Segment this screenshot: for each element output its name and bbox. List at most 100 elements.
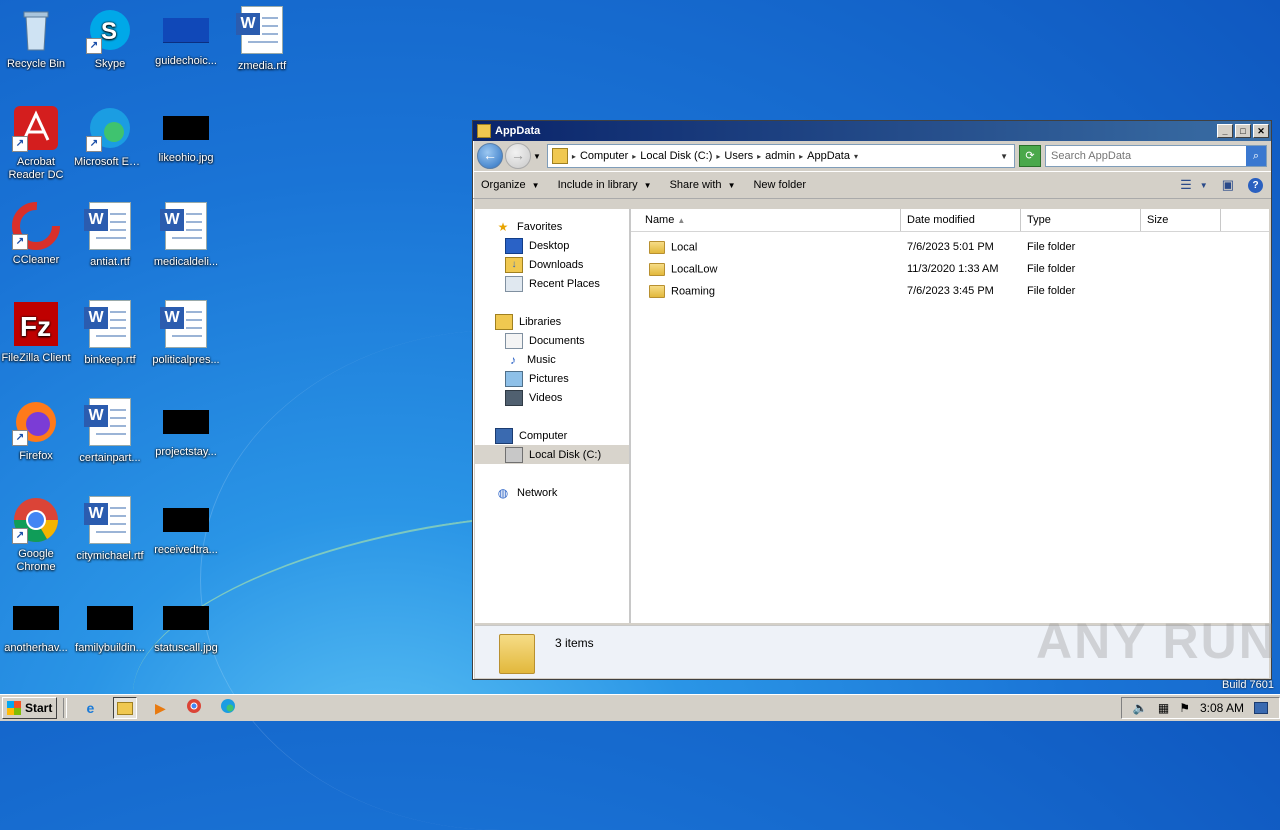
volume-icon[interactable]: 🔈 <box>1133 701 1148 715</box>
help-icon[interactable]: ? <box>1248 177 1263 193</box>
nav-videos[interactable]: Videos <box>475 388 629 407</box>
start-button[interactable]: Start <box>2 697 58 719</box>
desktop-icon-firefox[interactable]: ↗ Firefox <box>0 398 72 463</box>
file-row[interactable]: Roaming 7/6/2023 3:45 PM File folder <box>631 280 1269 302</box>
window-titlebar[interactable]: AppData _ □ ✕ <box>473 121 1271 141</box>
file-date: 7/6/2023 5:01 PM <box>907 241 994 253</box>
chevron-down-icon[interactable]: ▾ <box>854 152 858 161</box>
share-with-button[interactable]: Share with ▼ <box>670 179 736 191</box>
media-player-icon[interactable]: ▶ <box>149 698 171 718</box>
breadcrumb-users[interactable]: Users <box>724 150 753 162</box>
nav-favorites[interactable]: ★ Favorites <box>475 217 629 236</box>
edge-taskbar-icon[interactable] <box>217 698 239 718</box>
nav-recent-places[interactable]: Recent Places <box>475 274 629 293</box>
action-center-flag-icon[interactable]: ⚑ <box>1179 701 1190 715</box>
chevron-right-icon[interactable]: ▸ <box>716 152 720 161</box>
folder-icon <box>551 148 568 164</box>
chevron-right-icon[interactable]: ▸ <box>572 152 576 161</box>
network-tray-icon[interactable]: ▦ <box>1158 701 1169 715</box>
minimize-button[interactable]: _ <box>1217 124 1233 138</box>
desktop-icon-filezilla[interactable]: Fz FileZilla Client <box>0 300 72 365</box>
forward-button[interactable]: → <box>505 143 531 169</box>
desktop-icon-rtf[interactable]: W citymichael.rtf <box>74 496 146 563</box>
preview-pane-icon[interactable]: ▣ <box>1222 177 1234 193</box>
show-desktop-icon[interactable] <box>1254 702 1268 714</box>
file-date: 11/3/2020 1:33 AM <box>907 263 999 275</box>
items-count: 3 items <box>555 636 594 650</box>
back-button[interactable]: ← <box>477 143 503 169</box>
word-document-icon: W <box>84 202 131 250</box>
desktop-icon-file[interactable]: guidechoic... <box>150 6 222 68</box>
window-title: AppData <box>495 125 541 137</box>
edge-icon: ↗ <box>86 104 134 152</box>
desktop-icon-rtf[interactable]: W antiat.rtf <box>74 202 146 269</box>
nav-music[interactable]: ♪ Music <box>475 350 629 369</box>
chrome-taskbar-icon[interactable] <box>183 698 205 718</box>
nav-libraries[interactable]: Libraries <box>475 312 629 331</box>
desktop-icon-file[interactable]: projectstay... <box>150 398 222 459</box>
refresh-button[interactable]: ⟳ <box>1019 145 1041 167</box>
nav-documents[interactable]: Documents <box>475 331 629 350</box>
desktop-icon-file[interactable]: likeohio.jpg <box>150 104 222 165</box>
desktop-icon-file[interactable]: anotherhav... <box>0 594 72 655</box>
acrobat-icon: ↗ <box>12 104 60 152</box>
nav-network[interactable]: ◍ Network <box>475 483 629 502</box>
nav-downloads[interactable]: ↓ Downloads <box>475 255 629 274</box>
desktop-icon-acrobat[interactable]: ↗ Acrobat Reader DC <box>0 104 72 182</box>
desktop-icon-skype[interactable]: S ↗ Skype <box>74 6 146 71</box>
desktop-icon-rtf[interactable]: W certainpart... <box>74 398 146 465</box>
column-header-name[interactable]: Name ▲ <box>631 209 901 231</box>
desktop-icon-edge[interactable]: ↗ Microsoft Edge <box>74 104 146 169</box>
explorer-taskbar-icon[interactable] <box>113 697 138 719</box>
desktop-icon-file[interactable]: familybuildin... <box>74 594 146 655</box>
column-header-size[interactable]: Size <box>1141 209 1221 231</box>
desktop-icon-rtf[interactable]: W medicaldeli... <box>150 202 222 269</box>
nav-computer[interactable]: Computer <box>475 426 629 445</box>
desktop-icon-recycle-bin[interactable]: Recycle Bin <box>0 6 72 71</box>
address-dropdown-icon[interactable]: ▼ <box>1000 152 1008 161</box>
breadcrumb-admin[interactable]: admin <box>765 150 795 162</box>
nav-desktop[interactable]: Desktop <box>475 236 629 255</box>
chevron-right-icon[interactable]: ▸ <box>799 152 803 161</box>
ccleaner-icon: ↗ <box>12 202 60 250</box>
desktop-icon-rtf[interactable]: W politicalpres... <box>150 300 222 367</box>
address-bar[interactable]: ▸ Computer ▸ Local Disk (C:) ▸ Users ▸ a… <box>546 144 1015 168</box>
nav-pictures[interactable]: Pictures <box>475 369 629 388</box>
nav-local-disk[interactable]: Local Disk (C:) <box>475 445 629 464</box>
desktop-icon-ccleaner[interactable]: ↗ CCleaner <box>0 202 72 267</box>
include-in-library-button[interactable]: Include in library ▼ <box>558 179 652 191</box>
view-options-icon[interactable]: ☰ <box>1180 177 1192 193</box>
file-row[interactable]: LocalLow 11/3/2020 1:33 AM File folder <box>631 258 1269 280</box>
desktop-icon-chrome[interactable]: ↗ Google Chrome <box>0 496 72 574</box>
maximize-button[interactable]: □ <box>1235 124 1251 138</box>
file-thumbnail-icon <box>87 606 133 630</box>
desktop-icon-rtf[interactable]: W binkeep.rtf <box>74 300 146 367</box>
clock[interactable]: 3:08 AM <box>1200 701 1244 715</box>
internet-explorer-icon[interactable]: e <box>79 698 101 718</box>
music-icon: ♪ <box>510 352 516 367</box>
search-input[interactable] <box>1046 149 1246 163</box>
recent-pages-chevron-icon[interactable]: ▼ <box>533 152 541 161</box>
folder-icon <box>477 124 491 138</box>
breadcrumb-appdata[interactable]: AppData <box>807 150 850 162</box>
chevron-down-icon[interactable]: ▼ <box>1200 181 1208 190</box>
file-row[interactable]: Local 7/6/2023 5:01 PM File folder <box>631 236 1269 258</box>
new-folder-button[interactable]: New folder <box>753 179 806 191</box>
breadcrumb-computer[interactable]: Computer <box>580 150 628 162</box>
organize-button[interactable]: Organize ▼ <box>481 179 540 191</box>
column-headers: Name ▲ Date modified Type Size <box>631 209 1269 232</box>
desktop-icon-file[interactable]: receivedtra... <box>150 496 222 557</box>
chevron-right-icon[interactable]: ▸ <box>757 152 761 161</box>
navigation-pane: ★ Favorites Desktop ↓ Downloads Recent Pla… <box>475 209 631 623</box>
search-box[interactable]: ⌕ <box>1045 145 1267 167</box>
libraries-icon <box>495 313 513 330</box>
column-header-type[interactable]: Type <box>1021 209 1141 231</box>
column-header-date[interactable]: Date modified <box>901 209 1021 231</box>
desktop-icon-rtf[interactable]: W zmedia.rtf <box>226 6 298 73</box>
chevron-right-icon[interactable]: ▸ <box>632 152 636 161</box>
breadcrumb-local-disk[interactable]: Local Disk (C:) <box>640 150 712 162</box>
close-button[interactable]: ✕ <box>1253 124 1269 138</box>
file-thumbnail-icon <box>163 116 209 140</box>
desktop-icon-file[interactable]: statuscall.jpg <box>150 594 222 655</box>
search-icon[interactable]: ⌕ <box>1246 146 1266 166</box>
